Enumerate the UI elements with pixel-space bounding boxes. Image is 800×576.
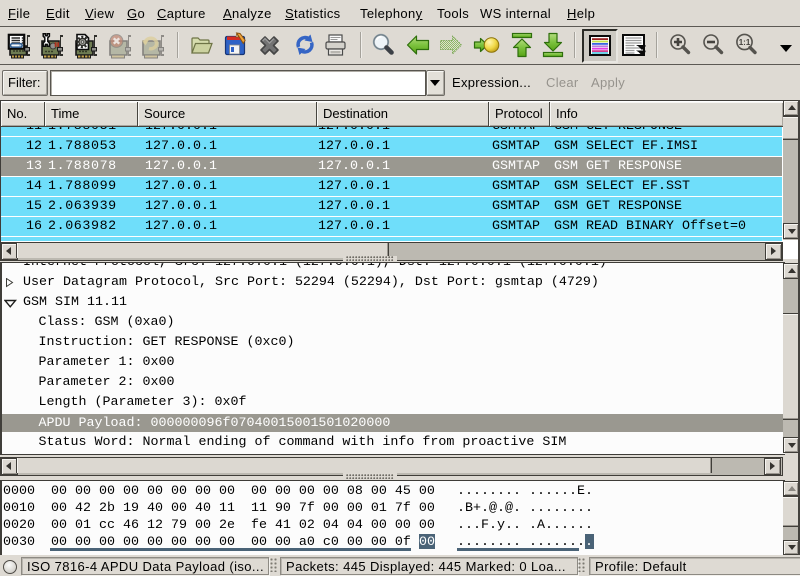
svg-text:1:1: 1:1 [739,38,751,47]
